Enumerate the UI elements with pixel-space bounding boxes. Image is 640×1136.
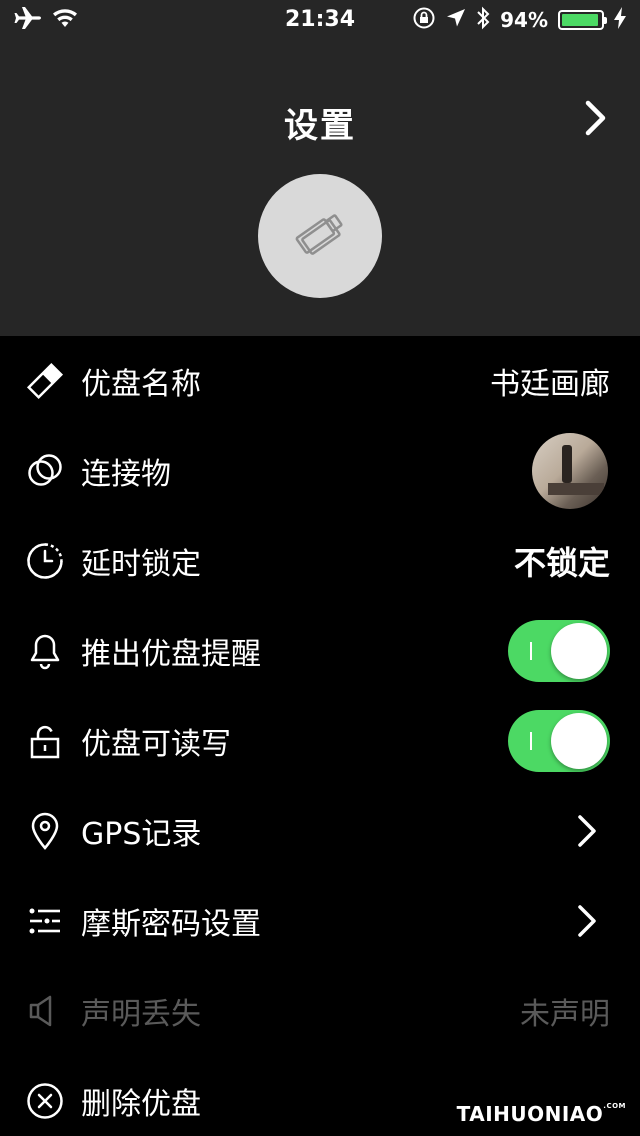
rotation-lock-icon <box>412 6 436 34</box>
sliders-icon <box>26 902 64 940</box>
row-declare-lost: 声明丢失 未声明 <box>0 966 640 1056</box>
avatar[interactable] <box>258 174 382 298</box>
battery-percentage: 94% <box>500 8 548 32</box>
location-arrow-icon <box>446 8 466 32</box>
row-delay-lock[interactable]: 延时锁定 不锁定 <box>0 516 640 606</box>
row-morse-code-settings[interactable]: 摩斯密码设置 <box>0 876 640 966</box>
row-label: 优盘名称 <box>81 367 201 402</box>
close-circle-icon <box>26 1082 64 1120</box>
row-label: 推出优盘提醒 <box>81 637 261 672</box>
timer-icon <box>26 542 64 580</box>
toggle-knob <box>551 713 607 769</box>
page-title: 设置 <box>284 106 356 146</box>
linked-rings-icon <box>26 452 64 490</box>
tag-icon <box>26 362 64 400</box>
row-label: GPS记录 <box>81 817 202 852</box>
unlock-icon <box>26 722 64 760</box>
toggle-knob <box>551 623 607 679</box>
row-label: 连接物 <box>81 457 171 492</box>
toggle-on-mark <box>530 642 532 660</box>
row-label: 延时锁定 <box>81 547 201 582</box>
eject-reminder-toggle[interactable] <box>508 620 610 682</box>
usb-drive-icon <box>288 202 352 270</box>
toggle-on-mark <box>530 732 532 750</box>
battery-icon <box>558 10 607 30</box>
row-label: 优盘可读写 <box>81 727 231 762</box>
chevron-right-icon <box>576 814 598 848</box>
chevron-right-icon[interactable] <box>580 98 610 138</box>
row-label: 摩斯密码设置 <box>81 907 261 942</box>
row-read-write: 优盘可读写 <box>0 696 640 786</box>
delay-lock-value: 不锁定 <box>513 544 610 582</box>
row-drive-name[interactable]: 优盘名称 书廷画廊 <box>0 336 640 426</box>
speaker-icon <box>26 992 64 1030</box>
header: 设置 <box>0 40 640 336</box>
location-pin-icon <box>26 812 64 850</box>
drive-name-value: 书廷画廊 <box>490 367 610 402</box>
row-connected-object[interactable]: 连接物 <box>0 426 640 516</box>
row-label: 声明丢失 <box>81 997 201 1032</box>
row-eject-reminder: 推出优盘提醒 <box>0 606 640 696</box>
settings-list: 优盘名称 书廷画廊 连接物 延时锁定 不锁定 推出优盘提醒 优盘可读写 GPS记… <box>0 336 640 1136</box>
airplane-icon <box>14 6 42 34</box>
bell-icon <box>26 632 64 670</box>
watermark-suffix: .COM <box>603 1102 626 1110</box>
status-bar: 21:34 94% <box>0 0 640 40</box>
charging-icon <box>614 7 626 33</box>
read-write-toggle[interactable] <box>508 710 610 772</box>
connected-object-photo[interactable] <box>532 433 608 509</box>
bluetooth-icon <box>476 6 490 34</box>
chevron-right-icon <box>576 904 598 938</box>
row-gps-record[interactable]: GPS记录 <box>0 786 640 876</box>
watermark: TAIHUONIAO.COM <box>457 1102 626 1126</box>
watermark-text: TAIHUONIAO <box>456 1102 604 1126</box>
declare-lost-value: 未声明 <box>520 997 610 1032</box>
battery-fill <box>562 14 598 26</box>
wifi-icon <box>52 8 78 32</box>
